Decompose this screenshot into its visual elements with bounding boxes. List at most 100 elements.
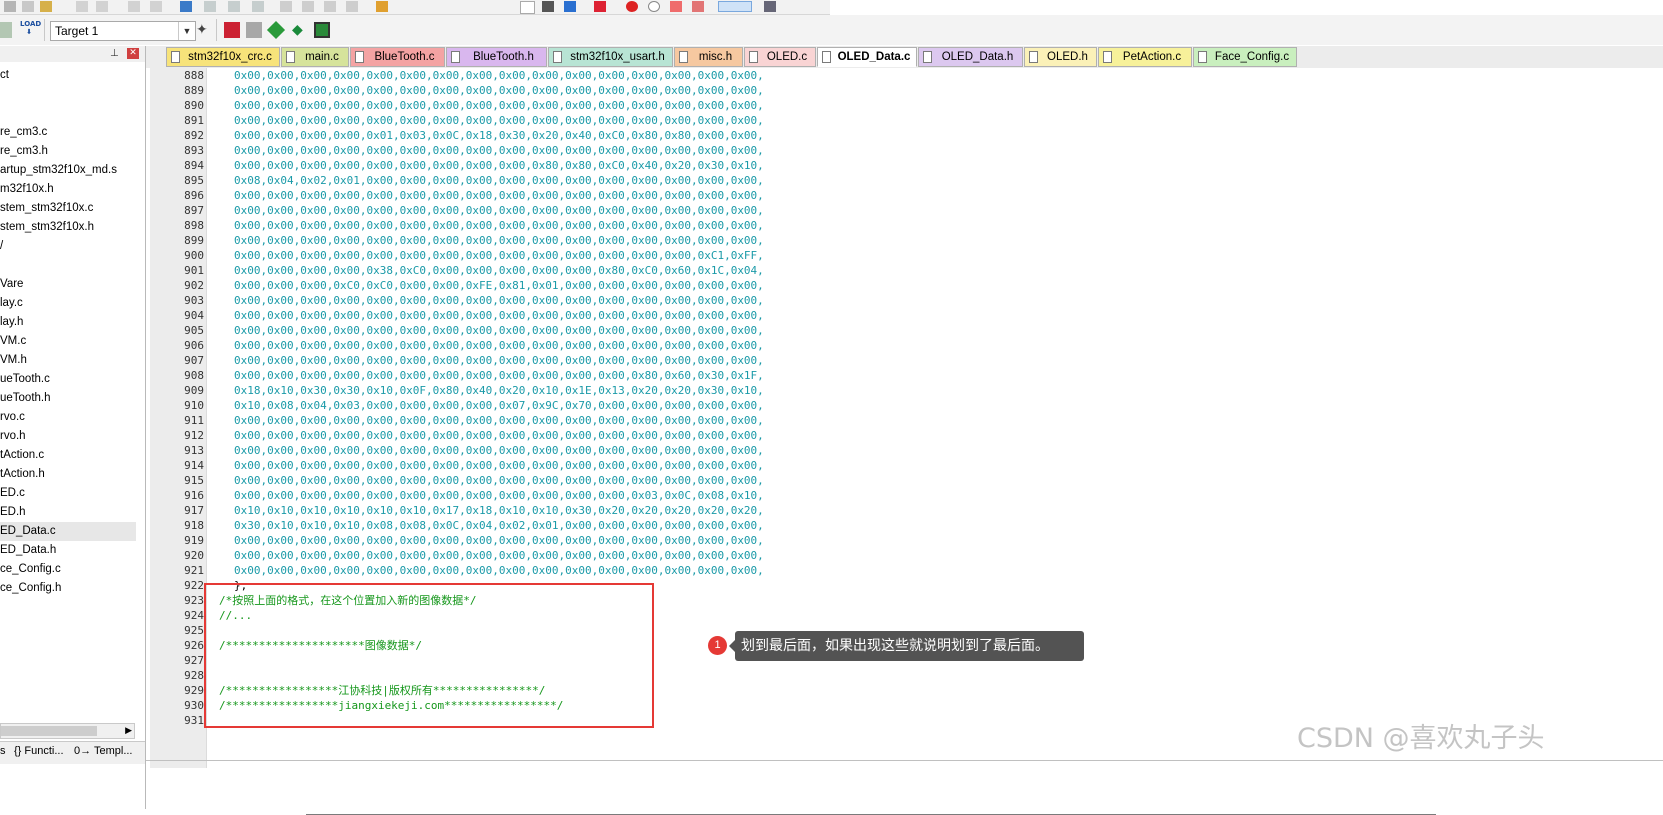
tree-item[interactable]: ED_Data.h bbox=[0, 541, 136, 560]
tree-item[interactable]: ueTooth.c bbox=[0, 370, 136, 389]
scroll-right-icon[interactable]: ▶ bbox=[125, 724, 132, 738]
tree-item[interactable]: Vare bbox=[0, 275, 136, 294]
code-line[interactable]: 0x00,0x00,0x00,0x00,0x00,0x00,0x00,0x00,… bbox=[234, 83, 764, 98]
manage-project-icon[interactable] bbox=[246, 22, 262, 38]
tree-item[interactable]: VM.h bbox=[0, 351, 136, 370]
tree-item[interactable]: ce_Config.c bbox=[0, 560, 136, 579]
target-select[interactable]: Target 1 ▼ bbox=[50, 21, 196, 41]
load-icon[interactable]: LOAD ⬇ bbox=[20, 20, 41, 40]
tab-functions[interactable]: {} Functi... bbox=[14, 745, 64, 757]
tree-item[interactable]: artup_stm32f10x_md.s bbox=[0, 161, 136, 180]
panel-horizontal-scrollbar[interactable]: ▶ bbox=[0, 723, 135, 739]
prev-bookmark-icon[interactable] bbox=[204, 1, 216, 12]
tree-item[interactable]: tAction.c bbox=[0, 446, 136, 465]
tree-item[interactable]: / bbox=[0, 237, 136, 256]
tree-item[interactable]: ce_Config.h bbox=[0, 579, 136, 598]
file-tab[interactable]: misc.h bbox=[674, 47, 743, 67]
redo-icon[interactable] bbox=[96, 1, 108, 12]
code-line[interactable]: 0x00,0x00,0x00,0x00,0x00,0x00,0x00,0x00,… bbox=[234, 68, 764, 83]
tree-item[interactable]: ED.h bbox=[0, 503, 136, 522]
tree-item[interactable] bbox=[0, 256, 136, 275]
nav-back-icon[interactable] bbox=[128, 1, 140, 12]
target-options-icon[interactable]: ✦ bbox=[196, 22, 212, 38]
nav-forward-icon[interactable] bbox=[150, 1, 162, 12]
rebuild-icon[interactable] bbox=[0, 22, 12, 38]
tree-item[interactable]: ED_Data.c bbox=[0, 522, 136, 541]
code-line[interactable]: 0x30,0x10,0x10,0x10,0x08,0x08,0x0C,0x04,… bbox=[234, 518, 764, 533]
tree-item[interactable] bbox=[0, 104, 136, 123]
code-line[interactable]: 0x00,0x00,0x00,0x00,0x00,0x00,0x00,0x00,… bbox=[234, 488, 764, 503]
pack-installer-icon[interactable]: ◆ bbox=[292, 22, 308, 38]
code-line[interactable]: 0x00,0x00,0x00,0x00,0x00,0x00,0x00,0x00,… bbox=[234, 188, 764, 203]
breakpoint-icon[interactable] bbox=[626, 1, 638, 12]
tree-item[interactable]: ED.c bbox=[0, 484, 136, 503]
code-line[interactable]: 0x18,0x10,0x30,0x30,0x10,0x0F,0x80,0x40,… bbox=[234, 383, 764, 398]
file-tab[interactable]: BlueTooth.h bbox=[446, 47, 547, 67]
tree-item[interactable]: stem_stm32f10x.h bbox=[0, 218, 136, 237]
cut-icon[interactable] bbox=[4, 1, 16, 12]
select-packs-icon[interactable] bbox=[266, 20, 286, 40]
code-line[interactable]: 0x00,0x00,0x00,0x00,0x00,0x00,0x00,0x00,… bbox=[234, 233, 764, 248]
code-line[interactable]: 0x00,0x00,0x00,0x00,0x38,0xC0,0x00,0x00,… bbox=[234, 263, 764, 278]
file-tab[interactable]: main.c bbox=[281, 47, 349, 67]
code-line[interactable]: 0x00,0x00,0x00,0x00,0x00,0x00,0x00,0x00,… bbox=[234, 143, 764, 158]
paste-icon[interactable] bbox=[40, 1, 52, 12]
configure-icon[interactable] bbox=[764, 1, 776, 12]
tree-item[interactable]: lay.h bbox=[0, 313, 136, 332]
next-bookmark-icon[interactable] bbox=[228, 1, 240, 12]
manage-components-icon[interactable] bbox=[224, 22, 240, 38]
tree-item[interactable]: re_cm3.c bbox=[0, 123, 136, 142]
code-line[interactable]: 0x00,0x00,0x00,0x00,0x00,0x00,0x00,0x00,… bbox=[234, 368, 764, 383]
undo-icon[interactable] bbox=[76, 1, 88, 12]
tab-project[interactable]: s bbox=[0, 745, 6, 757]
tree-item[interactable]: stem_stm32f10x.c bbox=[0, 199, 136, 218]
tree-item[interactable]: rvo.h bbox=[0, 427, 136, 446]
unindent-icon[interactable] bbox=[302, 1, 314, 12]
file-tab[interactable]: stm32f10x_crc.c bbox=[166, 47, 280, 67]
tree-item[interactable]: re_cm3.h bbox=[0, 142, 136, 161]
file-tab[interactable]: OLED_Data.c bbox=[817, 47, 917, 67]
file-tab[interactable]: OLED.c bbox=[744, 47, 816, 67]
tree-item[interactable]: ueTooth.h bbox=[0, 389, 136, 408]
code-line[interactable]: 0x00,0x00,0x00,0x00,0x00,0x00,0x00,0x00,… bbox=[234, 158, 764, 173]
tree-item[interactable]: lay.c bbox=[0, 294, 136, 313]
tree-item[interactable]: VM.c bbox=[0, 332, 136, 351]
find-icon[interactable] bbox=[542, 1, 554, 12]
disable-breakpoint-icon[interactable] bbox=[648, 1, 660, 12]
code-line[interactable]: 0x00,0x00,0x00,0x00,0x00,0x00,0x00,0x00,… bbox=[234, 308, 764, 323]
tree-item[interactable] bbox=[0, 85, 136, 104]
file-tab[interactable]: OLED.h bbox=[1024, 47, 1097, 67]
code-line[interactable]: 0x00,0x00,0x00,0x00,0x00,0x00,0x00,0x00,… bbox=[234, 218, 764, 233]
bookmark-icon[interactable] bbox=[180, 1, 192, 12]
find-in-files-icon[interactable] bbox=[376, 1, 388, 12]
file-tab[interactable]: Face_Config.c bbox=[1193, 47, 1297, 67]
find-dropdown[interactable] bbox=[520, 1, 535, 14]
code-line[interactable]: 0x00,0x00,0x00,0x00,0x01,0x03,0x0C,0x18,… bbox=[234, 128, 764, 143]
code-line[interactable]: 0x00,0x00,0x00,0x00,0x00,0x00,0x00,0x00,… bbox=[234, 293, 764, 308]
scrollbar-thumb[interactable] bbox=[1, 726, 97, 736]
code-line[interactable]: 0x00,0x00,0x00,0x00,0x00,0x00,0x00,0x00,… bbox=[234, 443, 764, 458]
file-tab[interactable]: BlueTooth.c bbox=[350, 47, 445, 67]
tree-item[interactable]: m32f10x.h bbox=[0, 180, 136, 199]
tree-item[interactable]: rvo.c bbox=[0, 408, 136, 427]
code-line[interactable]: 0x00,0x00,0x00,0x00,0x00,0x00,0x00,0x00,… bbox=[234, 458, 764, 473]
tree-item[interactable]: tAction.h bbox=[0, 465, 136, 484]
incremental-find-icon[interactable] bbox=[564, 1, 576, 12]
code-line[interactable]: 0x00,0x00,0x00,0x00,0x00,0x00,0x00,0x00,… bbox=[234, 563, 764, 578]
debug-icon[interactable] bbox=[594, 1, 606, 12]
code-line[interactable]: 0x10,0x10,0x10,0x10,0x10,0x10,0x17,0x18,… bbox=[234, 503, 764, 518]
code-line[interactable]: 0x00,0x00,0x00,0x00,0x00,0x00,0x00,0x00,… bbox=[234, 323, 764, 338]
file-tab[interactable]: OLED_Data.h bbox=[918, 47, 1023, 67]
clear-bookmarks-icon[interactable] bbox=[252, 1, 264, 12]
tree-item[interactable]: ct bbox=[0, 66, 136, 85]
code-line[interactable]: 0x00,0x00,0x00,0x00,0x00,0x00,0x00,0x00,… bbox=[234, 338, 764, 353]
copy-icon[interactable] bbox=[22, 1, 34, 12]
uncomment-icon[interactable] bbox=[346, 1, 358, 12]
indent-icon[interactable] bbox=[280, 1, 292, 12]
code-line[interactable]: 0x00,0x00,0x00,0x00,0x00,0x00,0x00,0x00,… bbox=[234, 353, 764, 368]
code-line[interactable]: 0x00,0x00,0x00,0x00,0x00,0x00,0x00,0x00,… bbox=[234, 473, 764, 488]
code-line[interactable]: 0x00,0x00,0x00,0x00,0x00,0x00,0x00,0x00,… bbox=[234, 113, 764, 128]
comment-icon[interactable] bbox=[324, 1, 336, 12]
kill-breakpoints-icon[interactable] bbox=[692, 1, 704, 12]
run-time-env-icon[interactable] bbox=[314, 22, 330, 38]
